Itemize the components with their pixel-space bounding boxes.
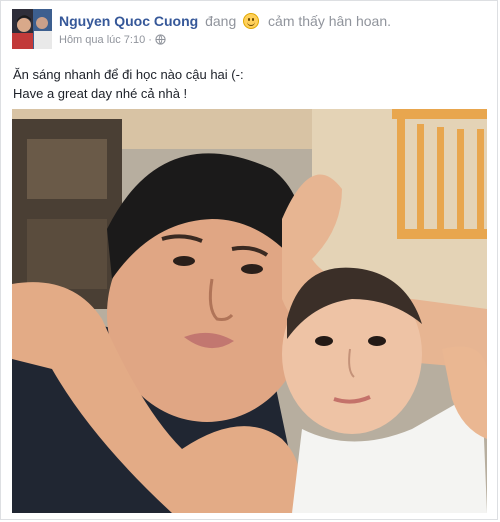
post-header: Nguyen Quoc Cuong đang cảm thấy hân hoan… bbox=[12, 9, 489, 53]
meta-separator: · bbox=[148, 34, 152, 46]
post-meta: Hôm qua lúc 7:10 · bbox=[59, 34, 166, 48]
author-name[interactable]: Nguyen Quoc Cuong bbox=[59, 13, 198, 29]
post-photo[interactable] bbox=[12, 109, 487, 513]
facebook-post: Nguyen Quoc Cuong đang cảm thấy hân hoan… bbox=[0, 0, 498, 520]
timestamp[interactable]: Hôm qua lúc 7:10 bbox=[59, 34, 145, 46]
feeling-text[interactable]: cảm thấy hân hoan. bbox=[268, 13, 391, 29]
post-text-line: Ăn sáng nhanh để đi học nào cậu hai (-: bbox=[13, 67, 244, 82]
feeling-verb: đang bbox=[205, 13, 237, 29]
post-text: Ăn sáng nhanh để đi học nào cậu hai (-: … bbox=[13, 65, 485, 103]
globe-icon[interactable] bbox=[155, 34, 166, 48]
post-title-line: Nguyen Quoc Cuong đang cảm thấy hân hoan… bbox=[59, 13, 391, 29]
post-text-line: Have a great day nhé cả nhà ! bbox=[13, 86, 188, 101]
smiley-face-icon bbox=[243, 13, 260, 29]
avatar[interactable] bbox=[12, 9, 52, 49]
